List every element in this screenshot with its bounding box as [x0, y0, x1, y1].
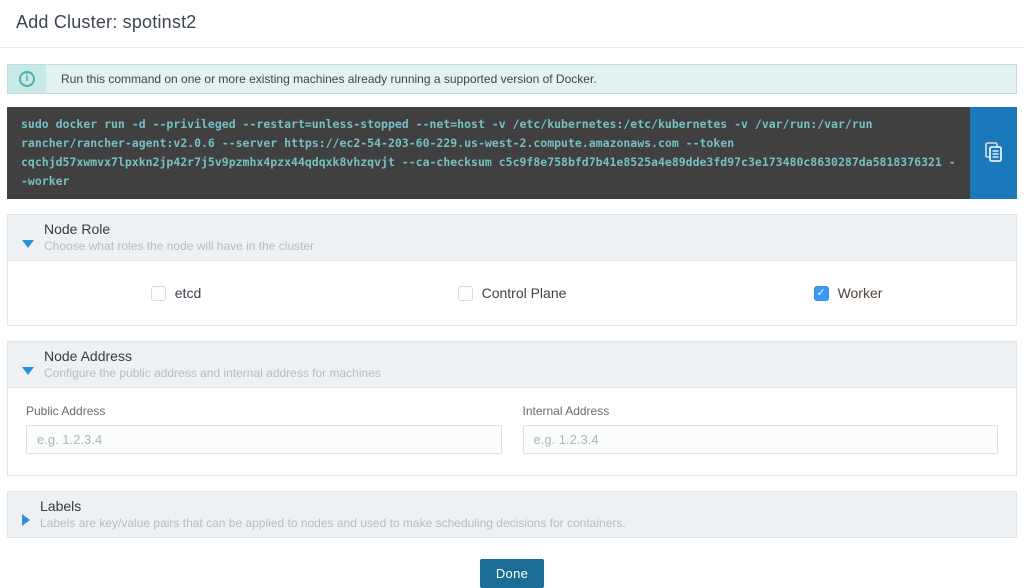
- role-option-control-plane[interactable]: Control Plane: [344, 285, 680, 301]
- add-cluster-page: Add Cluster: spotinst2 i Run this comman…: [0, 0, 1024, 588]
- field-label: Internal Address: [523, 404, 999, 418]
- section-node-address-header[interactable]: Node Address Configure the public addres…: [8, 342, 1016, 387]
- role-label: etcd: [175, 285, 201, 301]
- role-option-worker[interactable]: ✓ Worker: [680, 285, 1016, 301]
- section-title: Node Address: [44, 347, 381, 365]
- role-label: Control Plane: [482, 285, 567, 301]
- field-label: Public Address: [26, 404, 502, 418]
- section-node-role: Node Role Choose what roles the node wil…: [7, 214, 1017, 326]
- roles-row: etcd Control Plane ✓ Worker: [8, 261, 1016, 325]
- section-subtitle: Choose what roles the node will have in …: [44, 238, 314, 254]
- role-option-etcd[interactable]: etcd: [8, 285, 344, 301]
- section-subtitle: Labels are key/value pairs that can be a…: [40, 515, 626, 531]
- section-labels-header[interactable]: Labels Labels are key/value pairs that c…: [8, 492, 1016, 537]
- caret-down-icon: [22, 367, 34, 375]
- section-node-role-body: etcd Control Plane ✓ Worker: [8, 260, 1016, 325]
- page-title: Add Cluster: spotinst2: [0, 0, 1024, 47]
- info-icon: i: [19, 71, 35, 87]
- section-labels: Labels Labels are key/value pairs that c…: [7, 491, 1017, 538]
- role-label: Worker: [838, 285, 883, 301]
- clipboard-icon: [985, 142, 1003, 165]
- public-address-field: Public Address: [26, 404, 502, 454]
- caret-right-icon: [22, 514, 30, 526]
- info-banner: i Run this command on one or more existi…: [7, 64, 1017, 94]
- section-node-address: Node Address Configure the public addres…: [7, 341, 1017, 476]
- copy-button[interactable]: [970, 107, 1017, 199]
- internal-address-field: Internal Address: [523, 404, 999, 454]
- title-divider: [0, 47, 1024, 48]
- section-title: Node Role: [44, 220, 314, 238]
- docker-command-text: sudo docker run -d --privileged --restar…: [7, 107, 970, 199]
- info-banner-text: Run this command on one or more existing…: [46, 65, 597, 93]
- section-subtitle: Configure the public address and interna…: [44, 365, 381, 381]
- checkbox-etcd[interactable]: [151, 286, 166, 301]
- done-button[interactable]: Done: [480, 559, 544, 588]
- section-title: Labels: [40, 497, 626, 515]
- docker-command-block: sudo docker run -d --privileged --restar…: [7, 107, 1017, 199]
- section-node-role-header[interactable]: Node Role Choose what roles the node wil…: [8, 215, 1016, 260]
- info-banner-icon-cell: i: [8, 65, 46, 93]
- public-address-input[interactable]: [26, 425, 502, 454]
- checkbox-worker-checked[interactable]: ✓: [814, 286, 829, 301]
- section-node-address-body: Public Address Internal Address: [8, 387, 1016, 475]
- checkbox-control-plane[interactable]: [458, 286, 473, 301]
- caret-down-icon: [22, 240, 34, 248]
- footer: Done: [7, 559, 1017, 588]
- page-content: i Run this command on one or more existi…: [0, 64, 1024, 588]
- internal-address-input[interactable]: [523, 425, 999, 454]
